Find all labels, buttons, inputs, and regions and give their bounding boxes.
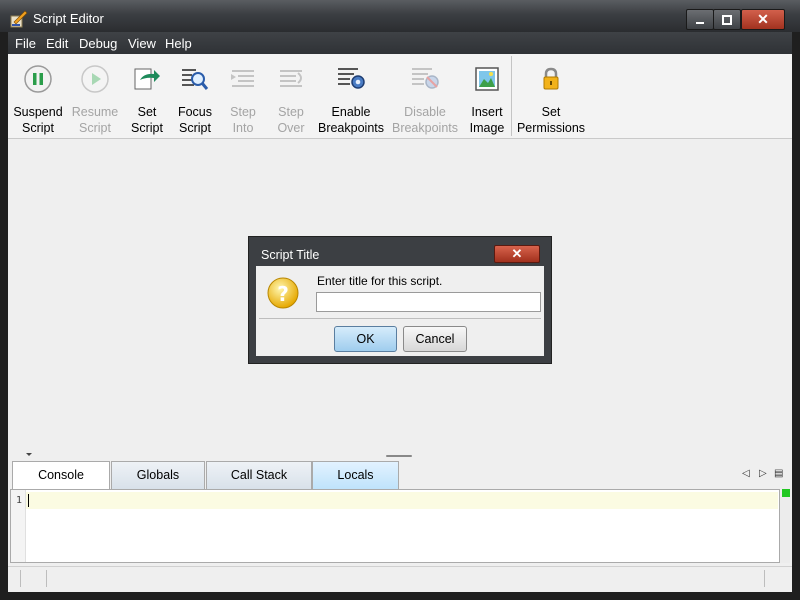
maximize-icon: [722, 14, 732, 25]
suspend-label-2: Script: [22, 121, 54, 135]
close-icon: ✕: [511, 246, 523, 261]
enable-bp-label-1: Enable: [331, 105, 371, 119]
pause-icon: [24, 65, 52, 93]
menu-debug[interactable]: Debug: [79, 36, 117, 51]
maximize-button[interactable]: [713, 9, 741, 30]
console-editor[interactable]: 1: [10, 489, 780, 563]
line-gutter: 1: [11, 490, 26, 562]
dialog-close-button[interactable]: ✕: [494, 245, 540, 263]
set-script-icon: [134, 68, 160, 90]
disable-breakpoints-button[interactable]: Disable Breakpoints: [389, 54, 461, 138]
window-title: Script Editor: [33, 11, 104, 26]
tab-list-icon[interactable]: ▤: [774, 468, 783, 479]
disable-bp-label-2: Breakpoints: [391, 121, 458, 135]
step-over-label-1: Step: [278, 105, 304, 119]
app-icon: [10, 10, 28, 28]
dialog-divider: [259, 318, 541, 319]
current-line-highlight: [26, 492, 778, 509]
splitter-arrow-icon[interactable]: [26, 453, 32, 456]
resume-label-2: Script: [79, 121, 111, 135]
editor-client-area: Suspend Script Resume Script Set Script: [8, 54, 792, 592]
enable-breakpoints-icon: [338, 68, 365, 89]
minimize-icon: [696, 21, 704, 24]
disable-bp-label-1: Disable: [404, 105, 446, 119]
set-script-label-1: Set: [137, 105, 157, 119]
step-into-label-2: Into: [232, 121, 254, 135]
tab-scroll-left-icon[interactable]: ◁: [742, 468, 750, 479]
insert-image-label-2: Image: [469, 121, 505, 135]
step-into-button[interactable]: Step Into: [220, 54, 266, 138]
disable-breakpoints-icon: [412, 68, 439, 89]
tab-locals[interactable]: Locals: [312, 461, 399, 489]
status-divider: [20, 570, 21, 587]
dialog-body: ? Enter title for this script. OK Cancel: [256, 266, 544, 356]
splitter-grip[interactable]: [386, 455, 412, 457]
menu-help[interactable]: Help: [165, 36, 192, 51]
focus-script-button[interactable]: Focus Script: [172, 54, 218, 138]
toolbar-separator: [511, 56, 512, 136]
set-script-button[interactable]: Set Script: [124, 54, 170, 138]
title-bar[interactable]: Script Editor ✕: [0, 0, 800, 32]
focus-label-1: Focus: [177, 105, 213, 119]
insert-image-label-1: Insert: [471, 105, 503, 119]
permissions-label-2: Permissions: [516, 121, 586, 135]
menu-file[interactable]: File: [15, 36, 36, 51]
svg-text:?: ?: [277, 282, 289, 306]
question-icon: ?: [267, 277, 299, 309]
step-over-label-2: Over: [277, 121, 305, 135]
status-divider: [764, 570, 765, 587]
resume-script-button[interactable]: Resume Script: [67, 54, 123, 138]
status-divider: [46, 570, 47, 587]
minimize-button[interactable]: [686, 9, 714, 30]
ok-button[interactable]: OK: [334, 326, 397, 352]
vertical-scrollbar[interactable]: [780, 497, 790, 563]
lock-icon: [543, 67, 559, 90]
permissions-label-1: Set: [541, 105, 561, 119]
script-editor-window: Script Editor ✕ File Edit Debug View Hel…: [0, 0, 800, 600]
set-permissions-button[interactable]: Set Permissions: [514, 54, 588, 138]
enable-breakpoints-button[interactable]: Enable Breakpoints: [315, 54, 387, 138]
play-icon: [81, 65, 109, 93]
close-icon: ✕: [757, 11, 769, 27]
line-number: 1: [16, 495, 23, 506]
tab-console[interactable]: Console: [12, 461, 110, 489]
tab-call-stack[interactable]: Call Stack: [206, 461, 312, 489]
cancel-button[interactable]: Cancel: [403, 326, 467, 352]
enable-bp-label-2: Breakpoints: [317, 121, 384, 135]
dialog-message: Enter title for this script.: [317, 274, 443, 288]
status-bar: [8, 566, 792, 589]
text-caret: [28, 494, 29, 507]
insert-image-icon: [475, 67, 499, 91]
step-into-icon: [231, 70, 254, 87]
toolbar: Suspend Script Resume Script Set Script: [8, 54, 792, 139]
menu-view[interactable]: View: [128, 36, 156, 51]
menu-edit[interactable]: Edit: [46, 36, 68, 51]
dialog-title: Script Title: [261, 248, 320, 262]
suspend-script-button[interactable]: Suspend Script: [10, 54, 66, 138]
script-title-input[interactable]: [316, 292, 541, 312]
menu-bar: File Edit Debug View Help: [8, 32, 792, 54]
resume-label-1: Resume: [71, 105, 119, 119]
insert-image-button[interactable]: Insert Image: [464, 54, 510, 138]
status-indicator: [782, 489, 790, 497]
step-into-label-1: Step: [230, 105, 256, 119]
close-button[interactable]: ✕: [741, 9, 785, 30]
focus-script-icon: [182, 69, 209, 90]
focus-label-2: Script: [179, 121, 211, 135]
suspend-label-1: Suspend: [13, 105, 63, 119]
step-over-icon: [280, 70, 302, 87]
step-over-button[interactable]: Step Over: [268, 54, 314, 138]
set-script-label-2: Script: [131, 121, 163, 135]
script-title-dialog: Script Title ✕ ? Enter title for this sc…: [248, 236, 552, 364]
tab-globals[interactable]: Globals: [111, 461, 205, 489]
tab-scroll-right-icon[interactable]: ▷: [759, 468, 767, 479]
